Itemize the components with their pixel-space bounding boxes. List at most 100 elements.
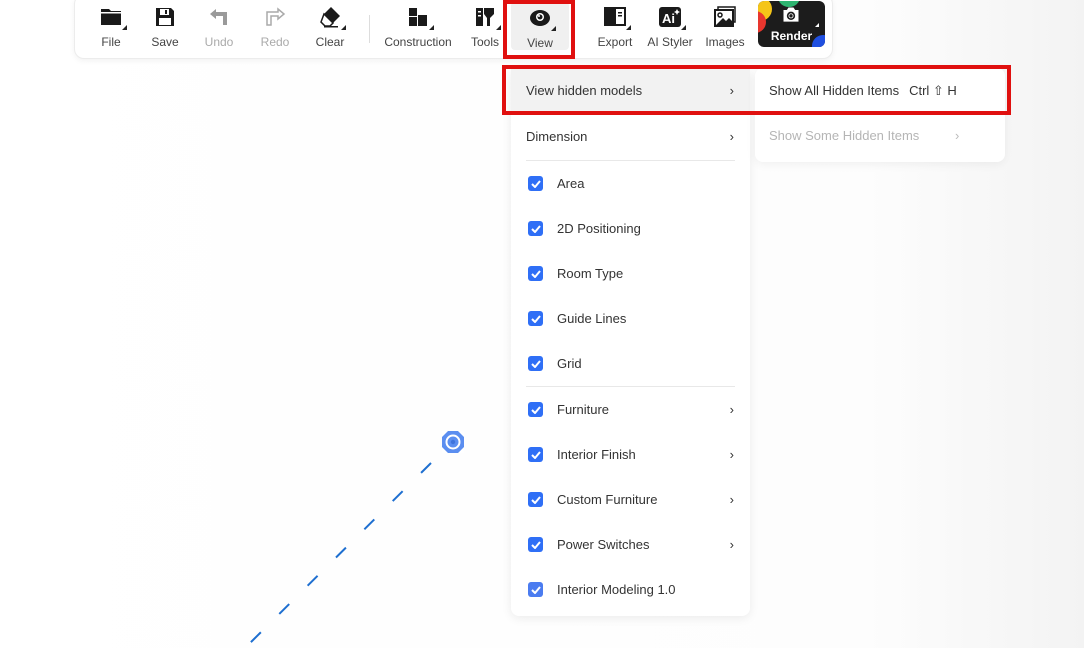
undo-label: Undo (204, 35, 234, 49)
menu-item-room-type[interactable]: Room Type (511, 251, 750, 296)
ai-sparkle-icon: Ai (659, 7, 681, 27)
render-button[interactable]: Render (758, 1, 825, 47)
dropdown-indicator (815, 23, 819, 27)
menu-item-dimension[interactable]: Dimension › (511, 114, 750, 159)
guide-line (244, 462, 432, 648)
folder-icon (101, 9, 121, 25)
file-label: File (101, 35, 121, 49)
checkbox-checked[interactable] (528, 221, 543, 236)
chevron-right-icon: › (729, 492, 734, 507)
check-icon (530, 540, 541, 549)
menu-item-label: Room Type (557, 266, 624, 281)
view-label: View (527, 36, 553, 50)
dropdown-indicator (122, 25, 127, 30)
checkbox-checked[interactable] (528, 356, 543, 371)
menu-item-label: Custom Furniture (557, 492, 658, 507)
menu-item-grid[interactable]: Grid (511, 341, 750, 386)
keyboard-shortcut: Ctrl ⇧ H (909, 82, 957, 98)
clear-button[interactable]: Clear (315, 1, 346, 53)
menu-item-view-hidden-models[interactable]: View hidden models › (511, 68, 750, 113)
menu-item-label: Furniture (557, 402, 610, 417)
dropdown-indicator (626, 25, 631, 30)
tools-label: Tools (470, 35, 499, 49)
menu-item-guide-lines[interactable]: Guide Lines (511, 296, 750, 341)
checkbox-checked[interactable] (528, 176, 543, 191)
chevron-right-icon: › (729, 129, 734, 144)
svg-text:Ai: Ai (662, 11, 675, 26)
view-button[interactable]: View (511, 2, 569, 50)
top-toolbar: File Save Undo Redo Clear Construction T… (74, 0, 833, 59)
show-some-hidden-items[interactable]: Show Some Hidden Items › (755, 113, 1005, 158)
chevron-right-icon: › (729, 447, 734, 462)
chevron-right-icon: › (729, 537, 734, 552)
images-button[interactable]: Images (705, 1, 745, 53)
menu-item-custom-furniture[interactable]: Custom Furniture › (511, 477, 750, 522)
view-menu: View hidden models › Dimension › Area 2D… (511, 68, 750, 616)
check-icon (530, 224, 541, 233)
file-button[interactable]: File (97, 1, 127, 53)
dropdown-indicator (341, 25, 346, 30)
check-icon (530, 359, 541, 368)
menu-item-2d-positioning[interactable]: 2D Positioning (511, 206, 750, 251)
hidden-models-submenu: Show All Hidden Items Ctrl ⇧ H Show Some… (755, 68, 1005, 162)
render-label: Render (770, 29, 813, 43)
redo-button[interactable]: Redo (261, 1, 289, 53)
chevron-right-icon: › (729, 402, 734, 417)
toolbar-divider (369, 15, 370, 43)
redo-arrow-icon (266, 7, 286, 26)
checkbox-checked[interactable] (528, 537, 543, 552)
submenu-item-label: Show All Hidden Items (769, 83, 900, 98)
check-icon (530, 314, 541, 323)
checkbox-checked[interactable] (528, 582, 543, 597)
menu-item-furniture[interactable]: Furniture › (511, 387, 750, 432)
chevron-right-icon: › (955, 128, 960, 143)
undo-button[interactable]: Undo (205, 1, 233, 53)
center-marker-icon[interactable] (442, 431, 464, 453)
construction-button[interactable]: Construction (383, 1, 453, 53)
menu-item-label: Area (557, 176, 585, 191)
dropdown-indicator (681, 25, 686, 30)
clear-label: Clear (315, 35, 345, 49)
checkbox-checked[interactable] (528, 311, 543, 326)
menu-item-label: Interior Finish (557, 447, 636, 462)
dropdown-indicator (429, 25, 434, 30)
construction-blocks-icon (409, 8, 427, 26)
check-icon (530, 585, 541, 594)
checkbox-checked[interactable] (528, 402, 543, 417)
eye-icon (530, 10, 550, 26)
export-panel-icon (604, 7, 626, 26)
ai-styler-button[interactable]: Ai AI Styler (647, 1, 693, 53)
checkbox-checked[interactable] (528, 266, 543, 281)
menu-item-interior-modeling[interactable]: Interior Modeling 1.0 (511, 567, 750, 612)
show-all-hidden-items[interactable]: Show All Hidden Items Ctrl ⇧ H (755, 68, 1005, 113)
menu-item-label: Guide Lines (557, 311, 627, 326)
camera-icon (783, 7, 799, 22)
check-icon (530, 269, 541, 278)
menu-item-label: View hidden models (526, 83, 643, 98)
check-icon (530, 179, 541, 188)
menu-item-label: 2D Positioning (557, 221, 641, 236)
submenu-item-label: Show Some Hidden Items (769, 128, 920, 143)
tools-button[interactable]: Tools (469, 1, 501, 53)
export-button[interactable]: Export (597, 1, 633, 53)
save-button[interactable]: Save (151, 1, 179, 53)
ai-styler-label: AI Styler (647, 35, 693, 49)
chevron-right-icon: › (729, 83, 734, 98)
eraser-icon (320, 7, 340, 28)
dropdown-indicator (496, 25, 501, 30)
undo-arrow-icon (210, 9, 227, 25)
checkbox-checked[interactable] (528, 492, 543, 507)
menu-item-power-switches[interactable]: Power Switches › (511, 522, 750, 567)
checkbox-checked[interactable] (528, 447, 543, 462)
images-label: Images (705, 35, 745, 49)
menu-item-label: Grid (557, 356, 582, 371)
menu-item-interior-finish[interactable]: Interior Finish › (511, 432, 750, 477)
save-label: Save (151, 35, 179, 49)
menu-item-label: Dimension (526, 129, 588, 144)
dropdown-indicator (551, 26, 556, 31)
paint-roller-icon (476, 8, 494, 26)
redo-label: Redo (260, 35, 290, 49)
image-gallery-icon (714, 6, 736, 27)
menu-item-label: Power Switches (557, 537, 650, 552)
menu-item-area[interactable]: Area (511, 161, 750, 206)
